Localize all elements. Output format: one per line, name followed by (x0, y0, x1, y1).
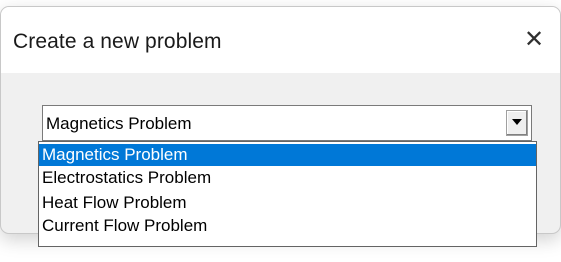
option-electrostatics-problem[interactable]: Electrostatics Problem (39, 167, 536, 189)
problem-type-dropdown-list: Magnetics Problem Electrostatics Problem… (38, 141, 537, 247)
dialog-titlebar[interactable]: Create a new problem ✕ (1, 7, 560, 73)
problem-type-selected-value: Magnetics Problem (46, 114, 192, 133)
problem-type-select[interactable]: Magnetics Problem (42, 105, 532, 141)
option-magnetics-problem[interactable]: Magnetics Problem (39, 144, 536, 166)
option-heat-flow-problem[interactable]: Heat Flow Problem (39, 192, 536, 214)
close-icon[interactable]: ✕ (522, 28, 546, 52)
option-current-flow-problem[interactable]: Current Flow Problem (39, 215, 536, 237)
dialog-title: Create a new problem (13, 30, 222, 53)
dropdown-arrow-icon[interactable] (506, 110, 528, 136)
